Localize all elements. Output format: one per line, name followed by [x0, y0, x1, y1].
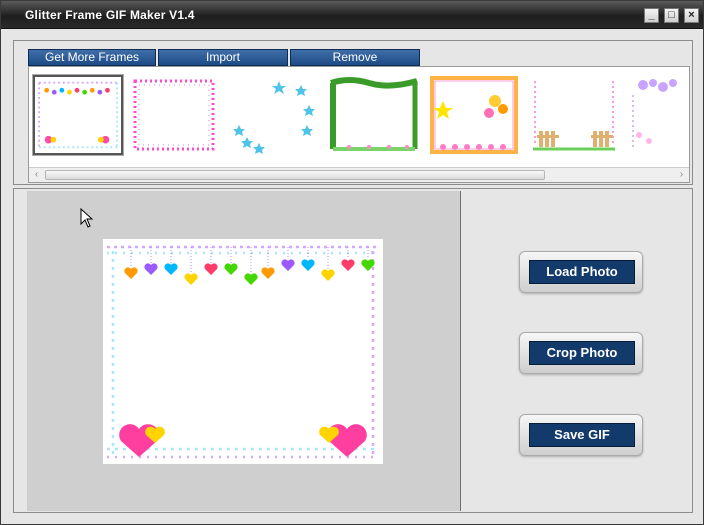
- scroll-right-arrow-icon[interactable]: ›: [674, 168, 689, 182]
- close-button[interactable]: ×: [684, 8, 699, 23]
- load-photo-button[interactable]: Load Photo: [529, 260, 635, 284]
- frame-thumb-green-vine[interactable]: [329, 75, 419, 155]
- mouse-cursor-icon: [80, 208, 94, 228]
- load-photo-frame: Load Photo: [519, 251, 643, 293]
- frame-thumb-hanging-hearts[interactable]: [33, 75, 123, 155]
- frame-thumb-purple-hearts[interactable]: [629, 75, 687, 155]
- save-gif-button[interactable]: Save GIF: [529, 423, 635, 447]
- crop-photo-frame: Crop Photo: [519, 332, 643, 374]
- frame-thumb-pink-fence[interactable]: [529, 75, 619, 155]
- minimize-button[interactable]: _: [644, 8, 659, 23]
- frame-thumb-balloons[interactable]: [429, 75, 519, 155]
- action-panel: Load Photo Crop Photo Save GIF: [464, 191, 692, 511]
- frames-panel: Get More Frames Import Remove ‹ ›: [13, 40, 693, 185]
- save-gif-frame: Save GIF: [519, 414, 643, 456]
- maximize-button[interactable]: □: [664, 8, 679, 23]
- tab-import[interactable]: Import: [158, 49, 288, 66]
- gallery-scrollbar[interactable]: ‹ ›: [29, 167, 689, 182]
- title-bar[interactable]: Glitter Frame GIF Maker V1.4 _ □ ×: [1, 1, 703, 29]
- workspace-panel: Load Photo Crop Photo Save GIF: [13, 188, 693, 513]
- app-window: Glitter Frame GIF Maker V1.4 _ □ × Get M…: [0, 0, 704, 525]
- scrollbar-thumb[interactable]: [45, 170, 545, 180]
- tab-get-more-frames[interactable]: Get More Frames: [28, 49, 156, 66]
- scroll-left-arrow-icon[interactable]: ‹: [29, 168, 44, 182]
- tab-remove[interactable]: Remove: [290, 49, 420, 66]
- window-title: Glitter Frame GIF Maker V1.4: [25, 8, 195, 22]
- crop-photo-button[interactable]: Crop Photo: [529, 341, 635, 365]
- frame-thumb-blue-stars[interactable]: [229, 75, 319, 155]
- frame-thumb-pink-dotted[interactable]: [129, 75, 219, 155]
- photo-preview-area[interactable]: [27, 191, 461, 511]
- frame-gallery: ‹ ›: [28, 66, 690, 183]
- frame-preview-canvas: [103, 239, 383, 464]
